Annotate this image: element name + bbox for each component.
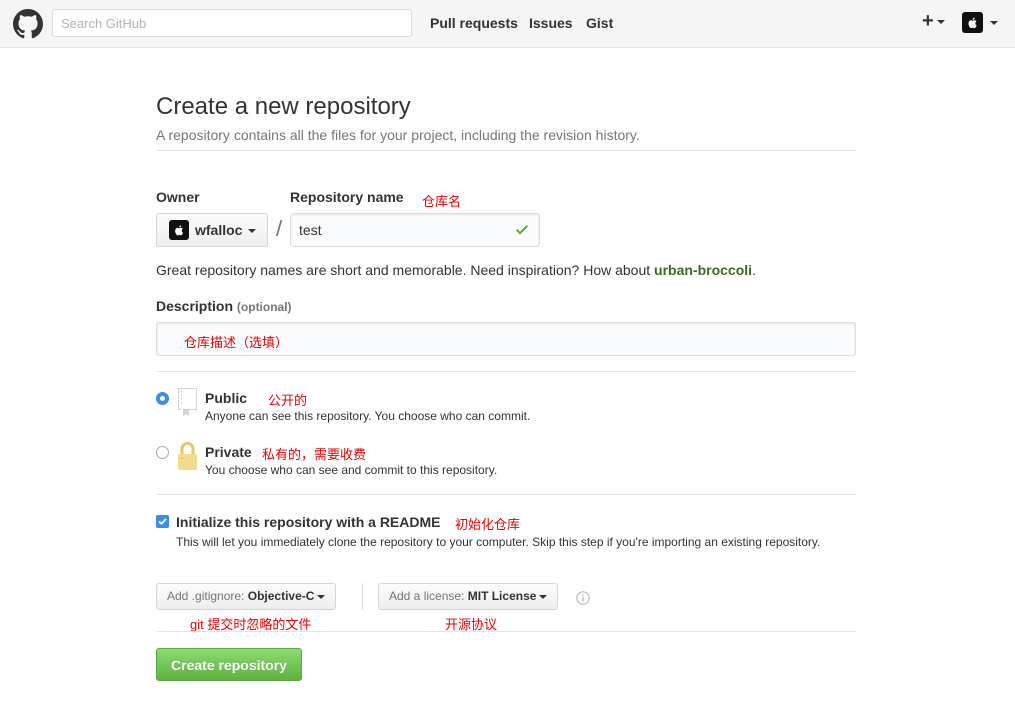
nav-issues[interactable]: Issues <box>529 15 573 31</box>
optional-tag: (optional) <box>236 300 292 314</box>
chevron-down-icon <box>317 594 326 599</box>
top-header: Pull requests Issues Gist + <box>0 0 1015 48</box>
description-label: Description (optional) <box>156 298 292 314</box>
divider <box>156 371 856 372</box>
public-radio[interactable] <box>156 392 169 405</box>
plus-icon: + <box>922 10 934 32</box>
owner-label: Owner <box>156 189 200 205</box>
page-subtitle: A repository contains all the files for … <box>156 127 640 143</box>
description-annotation: 仓库描述（选填） <box>184 335 289 350</box>
license-select[interactable]: Add a license: MIT License <box>378 583 559 610</box>
nav-gist[interactable]: Gist <box>586 15 613 31</box>
repo-name-hint: Great repository names are short and mem… <box>156 262 756 278</box>
owner-avatar <box>169 220 189 240</box>
new-menu-button[interactable]: + <box>922 10 945 33</box>
public-description: Anyone can see this repository. You choo… <box>205 409 531 423</box>
checkmark-icon <box>158 518 167 526</box>
private-label[interactable]: Private <box>205 444 252 460</box>
owner-select[interactable]: wfalloc <box>156 213 268 247</box>
chevron-down-icon <box>989 20 998 25</box>
repo-book-icon <box>178 388 197 416</box>
owner-repo-separator: / <box>276 216 283 241</box>
page-title: Create a new repository <box>156 93 411 120</box>
apple-icon <box>968 17 977 29</box>
create-repository-button[interactable]: Create repository <box>156 648 302 681</box>
github-logo-icon[interactable] <box>13 9 43 39</box>
private-radio[interactable] <box>156 446 169 459</box>
lock-icon <box>178 442 197 470</box>
name-suggestion-link[interactable]: urban-broccoli <box>654 262 752 278</box>
info-icon[interactable] <box>576 591 590 605</box>
repo-name-input[interactable] <box>290 213 540 247</box>
chevron-down-icon <box>539 594 548 599</box>
check-icon <box>516 225 528 235</box>
private-description: You choose who can see and commit to thi… <box>205 463 498 477</box>
chevron-down-icon <box>248 229 256 233</box>
init-readme-annotation: 初始化仓库 <box>455 517 521 532</box>
repo-name-label: Repository name <box>290 189 404 205</box>
init-readme-checkbox[interactable] <box>156 515 169 528</box>
owner-name: wfalloc <box>195 222 243 238</box>
divider <box>156 150 856 151</box>
search-input[interactable] <box>52 9 412 37</box>
divider <box>156 494 856 495</box>
vertical-divider <box>362 583 363 610</box>
divider <box>156 631 856 632</box>
init-readme-description: This will let you immediately clone the … <box>176 535 821 549</box>
apple-icon <box>175 225 183 236</box>
init-readme-label[interactable]: Initialize this repository with a README <box>176 514 440 530</box>
gitignore-select[interactable]: Add .gitignore: Objective-C <box>156 583 337 610</box>
user-avatar <box>962 12 983 33</box>
repo-name-annotation: 仓库名 <box>422 194 462 209</box>
public-label[interactable]: Public <box>205 390 247 406</box>
private-annotation: 私有的，需要收费 <box>262 447 367 462</box>
public-annotation: 公开的 <box>268 393 308 408</box>
nav-pull-requests[interactable]: Pull requests <box>430 15 518 31</box>
user-menu-button[interactable] <box>962 12 998 33</box>
chevron-down-icon <box>936 19 945 24</box>
